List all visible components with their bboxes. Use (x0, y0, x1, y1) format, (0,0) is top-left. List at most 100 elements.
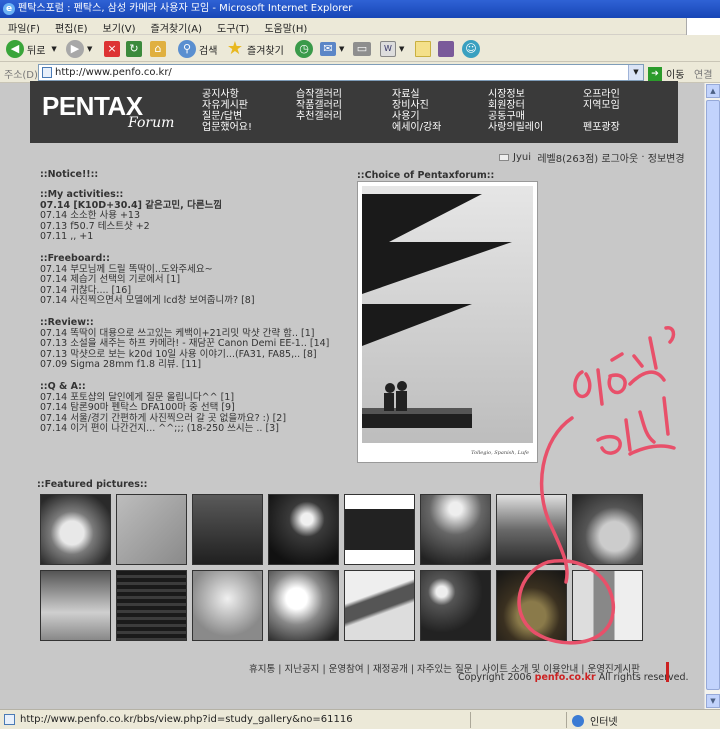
nav-link[interactable]: 질문/답변 (202, 111, 252, 122)
featured-thumbnail-card-game[interactable] (496, 570, 567, 641)
featured-thumbnail-polaroid[interactable] (116, 494, 187, 565)
list-item[interactable]: 07.13 소설을 새주는 하프 카메라! - 재담꾼 Canon Demi E… (40, 338, 329, 350)
address-dropdown-icon[interactable]: ▼ (628, 65, 643, 80)
edit-dropdown-icon[interactable]: ▼ (399, 45, 404, 53)
list-item[interactable]: 07.14 이거 편이 나간건지... ^^;;; (18-250 쓰시는 ..… (40, 423, 286, 435)
nav-link[interactable]: 습작갤러리 (296, 89, 342, 100)
scroll-up-icon[interactable]: ▲ (706, 84, 720, 98)
list-item[interactable]: 07.14 탐론90마 펜탁스 DFA100마 중 선택 [9] (40, 402, 286, 414)
nav-link[interactable]: 회원장터 (488, 100, 543, 111)
nav-link[interactable]: 오프라인 (583, 89, 620, 100)
nav-link[interactable] (583, 111, 620, 122)
nav-link[interactable]: 자료실 (392, 89, 441, 100)
nav-link[interactable]: 자유게시판 (202, 100, 252, 111)
address-label: 주소(D) (4, 70, 38, 81)
featured-thumbnail-city-aerial[interactable] (420, 494, 491, 565)
nav-link[interactable]: 공동구매 (488, 111, 543, 122)
scrollbar-thumb[interactable] (706, 100, 720, 690)
mail-button[interactable]: ✉ ▼ (320, 39, 344, 59)
go-button[interactable]: ➔ 이동 (648, 66, 684, 81)
nav-link[interactable]: 사랑의릴레이 (488, 122, 543, 133)
back-button[interactable]: ◀ 뒤로 ▼ (6, 39, 57, 59)
research-button[interactable] (438, 39, 457, 59)
forward-dropdown-icon[interactable]: ▼ (87, 45, 92, 53)
home-icon: ⌂ (150, 41, 166, 57)
nav-link[interactable]: 작품갤러리 (296, 100, 342, 111)
photo-signature: Tollegio, Spanish, Lufe (471, 450, 529, 456)
nav-link[interactable]: 사용기 (392, 111, 441, 122)
mail-dropdown-icon[interactable]: ▼ (339, 45, 344, 53)
featured-thumbnail-child-face[interactable] (572, 494, 643, 565)
featured-thumbnail-street[interactable] (572, 570, 643, 641)
edit-button[interactable]: W ▼ (380, 39, 404, 59)
nav-link[interactable]: 업문했어요! (202, 122, 252, 133)
featured-thumbnail-flute[interactable] (344, 570, 415, 641)
menu-bar: 파일(F) 편집(E) 보기(V) 즐겨찾기(A) 도구(T) 도움말(H) (0, 18, 720, 35)
zone-label: 인터넷 (590, 717, 618, 728)
print-button[interactable]: ▭ (353, 39, 374, 59)
list-item[interactable]: 07.14 사진찍으면서 모델에게 lcd창 보여줍니까? [8] (40, 295, 255, 307)
nav-link[interactable]: 펜포광장 (583, 122, 620, 133)
featured-thumbnail-sheep[interactable] (40, 494, 111, 565)
menu-help[interactable]: 도움말(H) (256, 18, 314, 35)
nav-link[interactable]: 에세이/강좌 (392, 122, 441, 133)
home-button[interactable]: ⌂ (150, 39, 169, 59)
toolbar: ◀ 뒤로 ▼ ▶ ▼ × ↻ ⌂ ⚲ 검색 ★ 즐겨찾기 ◷ ✉ ▼ ▭ W ▼ (0, 35, 720, 62)
menu-file[interactable]: 파일(F) (0, 18, 47, 35)
menu-tools[interactable]: 도구(T) (209, 18, 256, 35)
nav-link[interactable]: 공지사항 (202, 89, 252, 100)
choice-photo[interactable] (362, 186, 533, 443)
word-icon: W (380, 41, 396, 57)
refresh-icon: ↻ (126, 41, 142, 57)
nav-link[interactable]: 추천갤러리 (296, 111, 342, 122)
featured-thumbnail-flower[interactable] (268, 494, 339, 565)
choice-photo-frame[interactable]: Tollegio, Spanish, Lufe (357, 181, 538, 463)
nav-column-5: 오프라인 지역모임 펜포광장 (583, 89, 620, 133)
nav-link[interactable]: 장비사진 (392, 100, 441, 111)
featured-thumbnail-clouds[interactable] (40, 570, 111, 641)
logout-link[interactable]: 로그아웃 (601, 150, 638, 165)
vertical-scrollbar[interactable]: ▲ ▼ (704, 83, 720, 709)
nav-link[interactable]: 지역모임 (583, 100, 620, 111)
nav-column-1: 공지사항 자유게시판 질문/답변 업문했어요! (202, 89, 252, 133)
favorites-button[interactable]: ★ 즐겨찾기 (226, 39, 284, 59)
back-dropdown-icon[interactable]: ▼ (51, 45, 56, 53)
list-item[interactable]: 07.09 Sigma 28mm f1.8 리뷰. [11] (40, 359, 329, 371)
messenger-button[interactable]: ☺ (462, 39, 483, 59)
links-label[interactable]: 연결 (694, 66, 712, 81)
refresh-button[interactable]: ↻ (126, 39, 145, 59)
status-url: http://www.penfo.co.kr/bbs/view.php?id=s… (20, 714, 353, 725)
stop-button[interactable]: × (104, 39, 123, 59)
featured-thumbnail-sky[interactable] (192, 570, 263, 641)
copyright-brand[interactable]: penfo.co.kr (535, 672, 596, 683)
back-arrow-icon: ◀ (6, 40, 24, 58)
featured-thumbnail-sunset-sky[interactable] (496, 494, 567, 565)
page-icon (42, 67, 52, 78)
copyright-suffix: All rights reserved. (595, 672, 689, 683)
search-icon: ⚲ (178, 40, 196, 58)
menu-edit[interactable]: 편집(E) (47, 18, 95, 35)
search-button[interactable]: ⚲ 검색 (178, 39, 217, 59)
menu-favorites[interactable]: 즐겨찾기(A) (143, 18, 209, 35)
message-icon[interactable] (499, 154, 509, 161)
edit-profile-link[interactable]: 정보변경 (648, 150, 685, 165)
nav-link[interactable]: 시장정보 (488, 89, 543, 100)
footer-copyright: Copyright 2006 penfo.co.kr All rights re… (458, 672, 689, 683)
username[interactable]: Jyui (513, 152, 531, 163)
list-item[interactable]: 07.11 ,, +1 (40, 231, 222, 243)
scroll-down-icon[interactable]: ▼ (706, 694, 720, 708)
featured-thumbnail-sailboat[interactable] (192, 494, 263, 565)
discuss-button[interactable] (415, 39, 434, 59)
forward-button[interactable]: ▶ ▼ (66, 39, 92, 59)
note-icon (415, 41, 431, 57)
featured-thumbnail-hands[interactable] (344, 494, 415, 565)
featured-title: ::Featured pictures:: (37, 479, 148, 490)
menu-view[interactable]: 보기(V) (95, 18, 143, 35)
address-input[interactable]: http://www.penfo.co.kr/ ▼ (38, 64, 644, 81)
featured-thumbnail-light-road[interactable] (268, 570, 339, 641)
featured-thumbnail-stripes[interactable] (116, 570, 187, 641)
list-item[interactable]: 07.14 소소한 사용 +13 (40, 210, 222, 222)
featured-thumbnail-bokeh[interactable] (420, 570, 491, 641)
history-button[interactable]: ◷ (295, 39, 316, 59)
list-item[interactable]: 07.14 제습기 선택의 기로에서 [1] (40, 274, 255, 286)
